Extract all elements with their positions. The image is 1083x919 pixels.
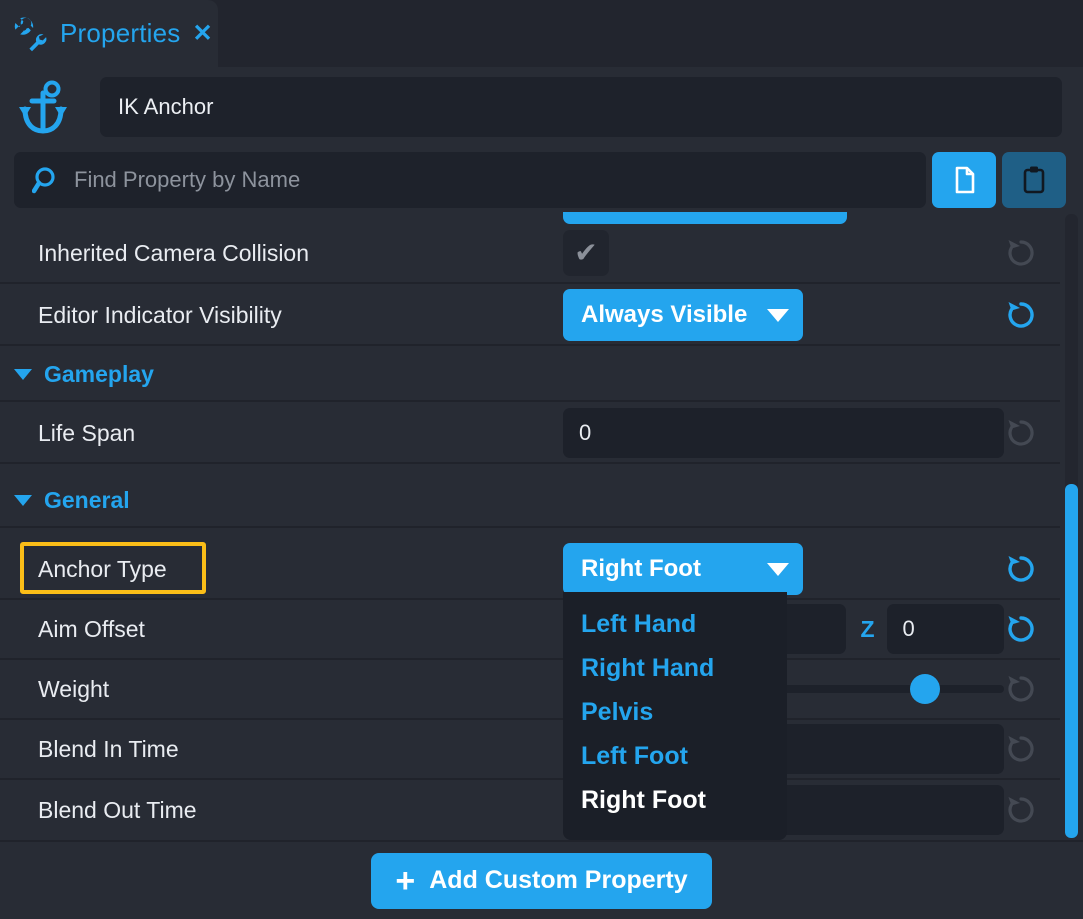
property-label: Weight — [0, 676, 563, 703]
tab-properties[interactable]: Properties ✕ — [0, 0, 218, 67]
aim-offset-z-value: 0 — [903, 616, 915, 642]
property-row-blend-in-time: Blend In Time — [0, 720, 1060, 780]
reset-icon[interactable] — [1004, 672, 1038, 706]
search-input[interactable]: Find Property by Name — [14, 152, 926, 208]
property-label: Blend In Time — [0, 736, 563, 763]
copy-icon — [948, 164, 980, 196]
close-icon[interactable]: ✕ — [193, 22, 213, 46]
dropdown-value: Right Foot — [581, 555, 701, 583]
add-custom-property-label: Add Custom Property — [429, 866, 687, 895]
section-title: General — [44, 487, 130, 514]
section-title: Gameplay — [44, 361, 154, 388]
editor-indicator-visibility-dropdown[interactable]: Always Visible — [563, 289, 803, 341]
property-label: Editor Indicator Visibility — [0, 302, 563, 329]
property-row-aim-offset: Aim Offset Z 0 — [0, 600, 1060, 660]
weight-slider-handle[interactable] — [910, 674, 940, 704]
dropdown-value: Always Visible — [581, 301, 747, 329]
property-label: Inherited Camera Collision — [0, 240, 563, 267]
paste-icon — [1018, 164, 1050, 196]
reset-icon[interactable] — [1004, 236, 1038, 270]
paste-properties-button[interactable] — [1002, 152, 1066, 208]
chevron-down-icon — [767, 309, 789, 322]
property-row-weight: Weight — [0, 660, 1060, 720]
property-row-life-span: Life Span 0 — [0, 404, 1060, 464]
tab-label: Properties — [60, 18, 181, 49]
reset-icon[interactable] — [1004, 612, 1038, 646]
scrollbar-thumb[interactable] — [1065, 484, 1078, 838]
anchor-type-dropdown[interactable]: Right Foot — [563, 543, 803, 595]
check-icon: ✔ — [574, 239, 597, 267]
dropdown-option[interactable]: Right Hand — [563, 646, 787, 690]
property-row-inherited-camera-collision: Inherited Camera Collision ✔ — [0, 224, 1060, 284]
life-span-field[interactable]: 0 — [563, 408, 1004, 458]
footer-bar: + Add Custom Property — [0, 840, 1083, 919]
property-row-blend-out-time: Blend Out Time — [0, 780, 1060, 840]
anchor-icon — [14, 79, 74, 135]
property-label: Blend Out Time — [0, 797, 563, 824]
tab-bar: Properties ✕ — [0, 0, 1083, 67]
properties-scroll-area[interactable]: Inherited Camera Collision ✔ Editor Indi… — [0, 212, 1083, 840]
object-name-value: IK Anchor — [118, 94, 213, 120]
dropdown-option[interactable]: Pelvis — [563, 690, 787, 734]
anchor-type-dropdown-menu[interactable]: Left HandRight HandPelvisLeft FootRight … — [563, 592, 787, 840]
reset-icon[interactable] — [1004, 552, 1038, 586]
reset-icon[interactable] — [1004, 298, 1038, 332]
property-label: Aim Offset — [0, 616, 563, 643]
inherited-camera-collision-checkbox[interactable]: ✔ — [563, 230, 609, 276]
dropdown-option[interactable]: Left Hand — [563, 602, 787, 646]
object-name-field[interactable]: IK Anchor — [100, 77, 1062, 137]
add-custom-property-button[interactable]: + Add Custom Property — [371, 853, 711, 909]
copy-properties-button[interactable] — [932, 152, 996, 208]
plus-icon: + — [395, 864, 415, 898]
life-span-value: 0 — [579, 420, 591, 446]
search-row: Find Property by Name — [0, 148, 1083, 212]
section-header-gameplay[interactable]: Gameplay — [0, 348, 1060, 402]
properties-panel: Properties ✕ IK Anchor Find Property by … — [0, 0, 1083, 919]
gear-wrench-icon — [10, 14, 50, 54]
reset-icon[interactable] — [1004, 793, 1038, 827]
aim-offset-z-field[interactable]: 0 — [887, 604, 1005, 654]
search-placeholder: Find Property by Name — [74, 167, 300, 193]
property-label: Life Span — [0, 420, 563, 447]
property-row-anchor-type: Anchor Type Right Foot — [0, 540, 1060, 600]
dropdown-option[interactable]: Left Foot — [563, 734, 787, 778]
chevron-down-icon — [14, 495, 32, 506]
property-label: Anchor Type — [0, 556, 563, 583]
search-icon — [32, 165, 62, 195]
chevron-down-icon — [767, 563, 789, 576]
dropdown-option[interactable]: Right Foot — [563, 778, 787, 822]
chevron-down-icon — [14, 369, 32, 380]
property-row-editor-indicator-visibility: Editor Indicator Visibility Always Visib… — [0, 286, 1060, 346]
reset-icon[interactable] — [1004, 732, 1038, 766]
section-header-general[interactable]: General — [0, 474, 1060, 528]
clipped-dropdown-above[interactable] — [563, 212, 847, 224]
reset-icon[interactable] — [1004, 416, 1038, 450]
axis-label-z: Z — [860, 616, 874, 643]
object-name-row: IK Anchor — [0, 67, 1083, 147]
